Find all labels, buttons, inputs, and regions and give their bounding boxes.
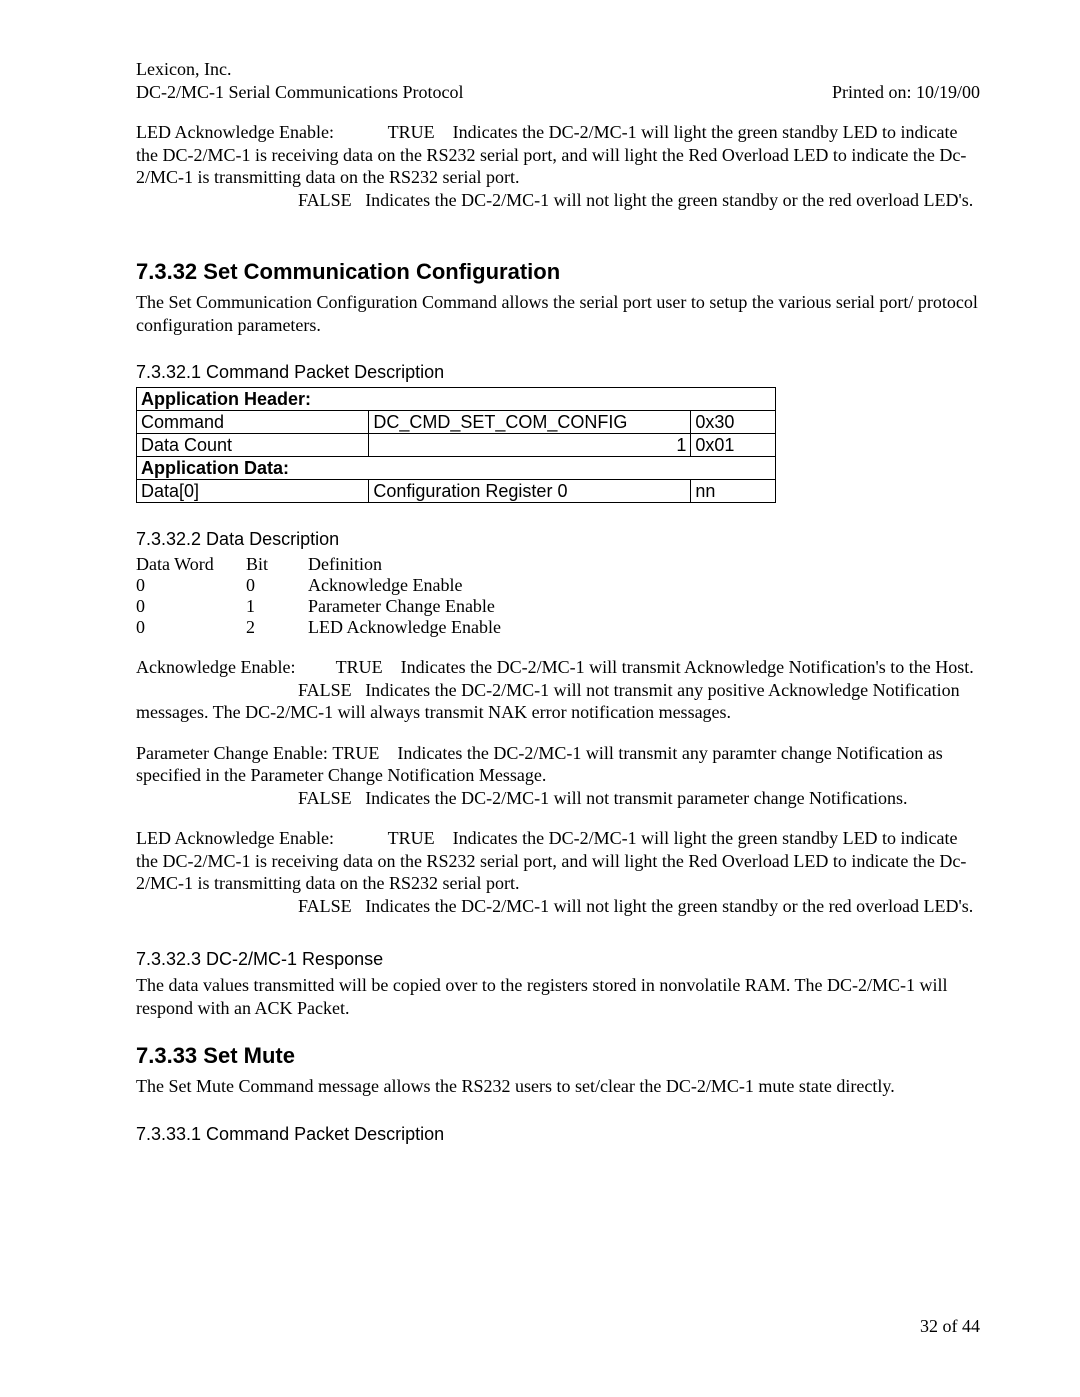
def-hdr-def: Definition xyxy=(308,554,980,575)
cmd-label: Command xyxy=(137,411,369,434)
def-row: 0 0 Acknowledge Enable xyxy=(136,575,980,596)
ack-enable-block: Acknowledge Enable: TRUE Indicates the D… xyxy=(136,656,980,724)
true-keyword: TRUE xyxy=(388,122,435,142)
section-7-3-32-2-title: 7.3.32.2 Data Description xyxy=(136,529,980,550)
doc-title: DC-2/MC-1 Serial Communications Protocol xyxy=(136,81,463,104)
section-7-3-32-title: 7.3.32 Set Communication Configuration xyxy=(136,259,980,285)
ack-enable-label: Acknowledge Enable: xyxy=(136,657,295,677)
false-keyword: FALSE xyxy=(298,680,352,700)
data-description-list: Data Word Bit Definition 0 0 Acknowledge… xyxy=(136,554,980,638)
datacount-label: Data Count xyxy=(137,434,369,457)
section-7-3-33-intro: The Set Mute Command message allows the … xyxy=(136,1075,980,1098)
datacount-hex: 0x01 xyxy=(691,434,776,457)
led-ack-block: LED Acknowledge Enable: TRUE Indicates t… xyxy=(136,827,980,917)
param-change-block: Parameter Change Enable: TRUE Indicates … xyxy=(136,742,980,810)
section-7-3-32-1-title: 7.3.32.1 Command Packet Description xyxy=(136,362,980,383)
led-ack-label: LED Acknowledge Enable: xyxy=(136,122,334,142)
param-change-false-text: Indicates the DC-2/MC-1 will not transmi… xyxy=(365,788,907,808)
data0-label: Data[0] xyxy=(137,480,369,503)
response-body: The data values transmitted will be copi… xyxy=(136,974,980,1019)
def-row: 0 1 Parameter Change Enable xyxy=(136,596,980,617)
param-change-label: Parameter Change Enable: xyxy=(136,743,328,763)
page-footer: 32 of 44 xyxy=(920,1316,980,1337)
false-keyword: FALSE xyxy=(298,190,352,210)
true-keyword: TRUE xyxy=(336,657,383,677)
data0-name: Configuration Register 0 xyxy=(369,480,691,503)
section-7-3-32-3-title: 7.3.32.3 DC-2/MC-1 Response xyxy=(136,949,980,970)
section-7-3-32-intro: The Set Communication Configuration Comm… xyxy=(136,291,980,336)
datacount-num: 1 xyxy=(369,434,691,457)
cmd-name: DC_CMD_SET_COM_CONFIG xyxy=(369,411,691,434)
true-keyword: TRUE xyxy=(388,828,435,848)
command-packet-table: Application Header: Command DC_CMD_SET_C… xyxy=(136,387,776,503)
led-ack-false-text: Indicates the DC-2/MC-1 will not light t… xyxy=(365,190,973,210)
section-7-3-33-title: 7.3.33 Set Mute xyxy=(136,1043,980,1069)
led-ack-block-top: LED Acknowledge Enable: TRUE Indicates t… xyxy=(136,121,980,211)
data0-hex: nn xyxy=(691,480,776,503)
table-app-header: Application Header: xyxy=(137,388,776,411)
def-row: 0 2 LED Acknowledge Enable xyxy=(136,617,980,638)
cmd-hex: 0x30 xyxy=(691,411,776,434)
table-app-data: Application Data: xyxy=(137,457,776,480)
def-hdr-bit: Bit xyxy=(246,554,308,575)
false-keyword: FALSE xyxy=(298,896,352,916)
print-date: Printed on: 10/19/00 xyxy=(832,81,980,104)
section-7-3-33-1-title: 7.3.33.1 Command Packet Description xyxy=(136,1124,980,1145)
ack-enable-false-text: Indicates the DC-2/MC-1 will not transmi… xyxy=(136,680,960,723)
led-ack-false-text: Indicates the DC-2/MC-1 will not light t… xyxy=(365,896,973,916)
true-keyword: TRUE xyxy=(332,743,379,763)
false-keyword: FALSE xyxy=(298,788,352,808)
def-hdr-dataword: Data Word xyxy=(136,554,246,575)
doc-header: Lexicon, Inc. DC-2/MC-1 Serial Communica… xyxy=(136,58,980,103)
ack-enable-true-text: Indicates the DC-2/MC-1 will transmit Ac… xyxy=(401,657,974,677)
led-ack-label: LED Acknowledge Enable: xyxy=(136,828,334,848)
company-name: Lexicon, Inc. xyxy=(136,58,980,81)
